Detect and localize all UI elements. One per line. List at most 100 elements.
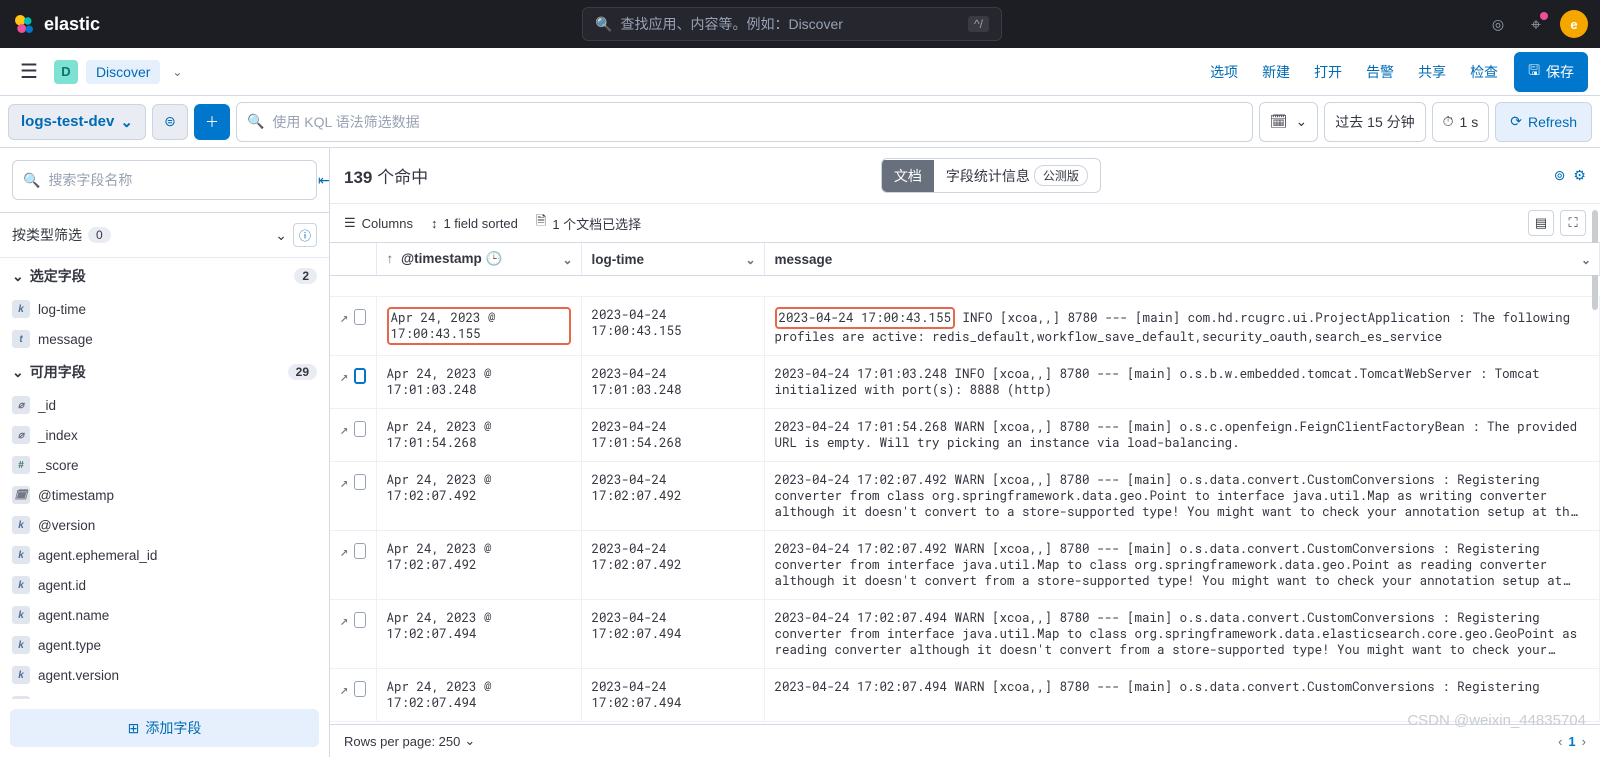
field-item[interactable]: klog-time bbox=[0, 294, 329, 324]
row-checkbox[interactable] bbox=[354, 368, 365, 384]
selected-docs-button[interactable]: 🗎1 个文档已选择 bbox=[536, 212, 641, 234]
timestamp-cell: Apr 24, 2023 @ 17:02:07.494 bbox=[376, 669, 581, 722]
logtime-cell: 2023-04-24 17:01:54.268 bbox=[581, 409, 764, 462]
share-button[interactable]: 共享 bbox=[1410, 58, 1454, 86]
timestamp-column-header[interactable]: ↑ @timestamp 🕒 ⌄ bbox=[376, 243, 581, 276]
field-item[interactable]: ⌀ _index bbox=[0, 420, 329, 450]
expand-icon[interactable]: ↗ bbox=[340, 307, 348, 326]
app-name-pill[interactable]: Discover bbox=[86, 60, 160, 84]
refresh-interval-button[interactable]: ⏱1 s bbox=[1432, 102, 1490, 142]
columns-button[interactable]: ☰Columns bbox=[344, 215, 413, 231]
user-avatar[interactable]: e bbox=[1560, 10, 1588, 38]
fullscreen-icon[interactable]: ⛶ bbox=[1560, 210, 1586, 236]
logtime-cell: 2023-04-24 17:02:07.494 bbox=[581, 669, 764, 722]
global-search-input[interactable]: 🔍 查找应用、内容等。例如：Discover ^/ bbox=[582, 7, 1002, 41]
kql-query-input[interactable]: 🔍 使用 KQL 语法筛选数据 bbox=[236, 102, 1253, 142]
chevron-down-icon[interactable]: ⌄ bbox=[562, 253, 572, 267]
field-item[interactable]: kagent.id bbox=[0, 570, 329, 600]
expand-icon[interactable]: ↗ bbox=[340, 679, 348, 698]
row-checkbox[interactable] bbox=[354, 543, 365, 559]
chevron-down-icon: ⌄ bbox=[275, 227, 287, 244]
settings-icon[interactable]: ⚙ bbox=[1573, 167, 1586, 184]
expand-icon[interactable]: ↗ bbox=[340, 419, 348, 438]
row-checkbox[interactable] bbox=[354, 681, 365, 697]
logtime-column-header[interactable]: log-time ⌄ bbox=[581, 243, 764, 276]
chevron-down-icon[interactable]: ⌄ bbox=[1581, 253, 1591, 267]
filter-by-type[interactable]: 按类型筛选 0 ⌄ ⓘ bbox=[0, 213, 329, 258]
expand-icon[interactable]: ↗ bbox=[340, 541, 348, 560]
field-item[interactable]: kapplication bbox=[0, 690, 329, 699]
selected-fields-header[interactable]: ⌄ 选定字段 2 bbox=[0, 258, 329, 294]
field-search-input[interactable]: 🔍 搜索字段名称 bbox=[12, 160, 317, 200]
field-name: agent.type bbox=[38, 638, 101, 653]
collapse-sidebar-icon[interactable]: ⇤ bbox=[318, 172, 330, 189]
selected-count-badge: 2 bbox=[294, 268, 317, 284]
field-type-icon: ⌀ bbox=[12, 396, 30, 414]
field-type-icon: ⌀ bbox=[12, 426, 30, 444]
row-checkbox[interactable] bbox=[354, 612, 365, 628]
sort-icon: ↕ bbox=[431, 216, 438, 231]
save-icon: 🖫 bbox=[1528, 60, 1540, 84]
available-fields-header[interactable]: ⌄ 可用字段 29 bbox=[0, 354, 329, 390]
row-checkbox[interactable] bbox=[354, 309, 365, 325]
field-name: @version bbox=[38, 518, 95, 533]
message-cell: 2023-04-24 17:02:07.494 WARN [xcoa,,] 87… bbox=[764, 669, 1600, 722]
chart-toggle-icon[interactable]: ⊚ bbox=[1554, 167, 1566, 184]
density-icon[interactable]: ▤ bbox=[1528, 210, 1554, 236]
inspect-button[interactable]: 检查 bbox=[1462, 58, 1506, 86]
tab-field-stats[interactable]: 字段统计信息 公测版 bbox=[934, 159, 1100, 192]
field-name: _index bbox=[38, 428, 78, 443]
space-badge[interactable]: D bbox=[54, 60, 78, 84]
field-item[interactable]: 🗓@timestamp bbox=[0, 480, 329, 510]
field-item[interactable]: ⌀_id bbox=[0, 390, 329, 420]
filter-icon-button[interactable]: ⊜ bbox=[152, 104, 188, 140]
field-item[interactable]: kagent.ephemeral_id bbox=[0, 540, 329, 570]
expand-icon[interactable]: ↗ bbox=[340, 610, 348, 629]
save-button[interactable]: 🖫 保存 bbox=[1514, 52, 1588, 92]
document-icon: 🗎 bbox=[536, 212, 546, 234]
tab-documents[interactable]: 文档 bbox=[882, 160, 934, 192]
chevron-down-icon[interactable]: ⌄ bbox=[172, 65, 182, 79]
field-item[interactable]: k@version bbox=[0, 510, 329, 540]
new-button[interactable]: 新建 bbox=[1254, 58, 1298, 86]
field-type-icon: k bbox=[12, 696, 30, 699]
refresh-button[interactable]: ⟳Refresh bbox=[1495, 102, 1592, 142]
timestamp-cell: Apr 24, 2023 @ 17:01:03.248 bbox=[376, 356, 581, 409]
calendar-button[interactable]: 🗓⌄ bbox=[1259, 102, 1319, 142]
nav-toggle-icon[interactable]: ☰ bbox=[12, 55, 46, 88]
next-page-button[interactable]: › bbox=[1582, 734, 1586, 749]
expand-icon[interactable]: ↗ bbox=[340, 366, 348, 385]
field-item[interactable]: #_score bbox=[0, 450, 329, 480]
field-item[interactable]: kagent.version bbox=[0, 660, 329, 690]
table-row: ↗Apr 24, 2023 @ 17:02:07.4942023-04-24 1… bbox=[330, 669, 1600, 722]
select-column-header bbox=[330, 243, 376, 276]
elastic-logo[interactable]: elastic bbox=[12, 12, 100, 36]
row-checkbox[interactable] bbox=[354, 421, 365, 437]
brand-text: elastic bbox=[44, 14, 100, 35]
add-field-button[interactable]: ⊞ 添加字段 bbox=[10, 709, 319, 747]
message-column-header[interactable]: message ⌄ bbox=[764, 243, 1600, 276]
expand-icon[interactable]: ↗ bbox=[340, 472, 348, 491]
calendar-icon: 🗓 bbox=[1270, 113, 1288, 130]
message-cell: 2023-04-24 17:02:07.492 WARN [xcoa,,] 87… bbox=[764, 462, 1600, 531]
row-checkbox[interactable] bbox=[354, 474, 365, 490]
info-icon[interactable]: ⓘ bbox=[293, 223, 317, 247]
fields-sidebar: 🔍 搜索字段名称 按类型筛选 0 ⌄ ⓘ ⌄ 选定字段 2 klog-timet… bbox=[0, 148, 330, 757]
add-filter-button[interactable]: ＋ bbox=[194, 104, 230, 140]
chevron-down-icon[interactable]: ⌄ bbox=[745, 253, 755, 267]
options-button[interactable]: 选项 bbox=[1202, 58, 1246, 86]
rows-per-page-button[interactable]: Rows per page: 250⌄ bbox=[344, 733, 475, 749]
beta-badge: 公测版 bbox=[1034, 165, 1088, 186]
alerts-button[interactable]: 告警 bbox=[1358, 58, 1402, 86]
field-item[interactable]: tmessage bbox=[0, 324, 329, 354]
help-icon[interactable]: ◎ bbox=[1484, 10, 1512, 38]
newsfeed-icon[interactable]: 𖦏 bbox=[1522, 10, 1550, 38]
prev-page-button[interactable]: ‹ bbox=[1558, 734, 1562, 749]
field-item[interactable]: kagent.name bbox=[0, 600, 329, 630]
dataview-selector[interactable]: logs-test-dev⌄ bbox=[8, 104, 146, 140]
sort-button[interactable]: ↕1 field sorted bbox=[431, 216, 518, 231]
open-button[interactable]: 打开 bbox=[1306, 58, 1350, 86]
field-type-icon: 🗓 bbox=[12, 486, 30, 504]
timerange-button[interactable]: 过去 15 分钟 bbox=[1324, 102, 1425, 142]
field-item[interactable]: kagent.type bbox=[0, 630, 329, 660]
